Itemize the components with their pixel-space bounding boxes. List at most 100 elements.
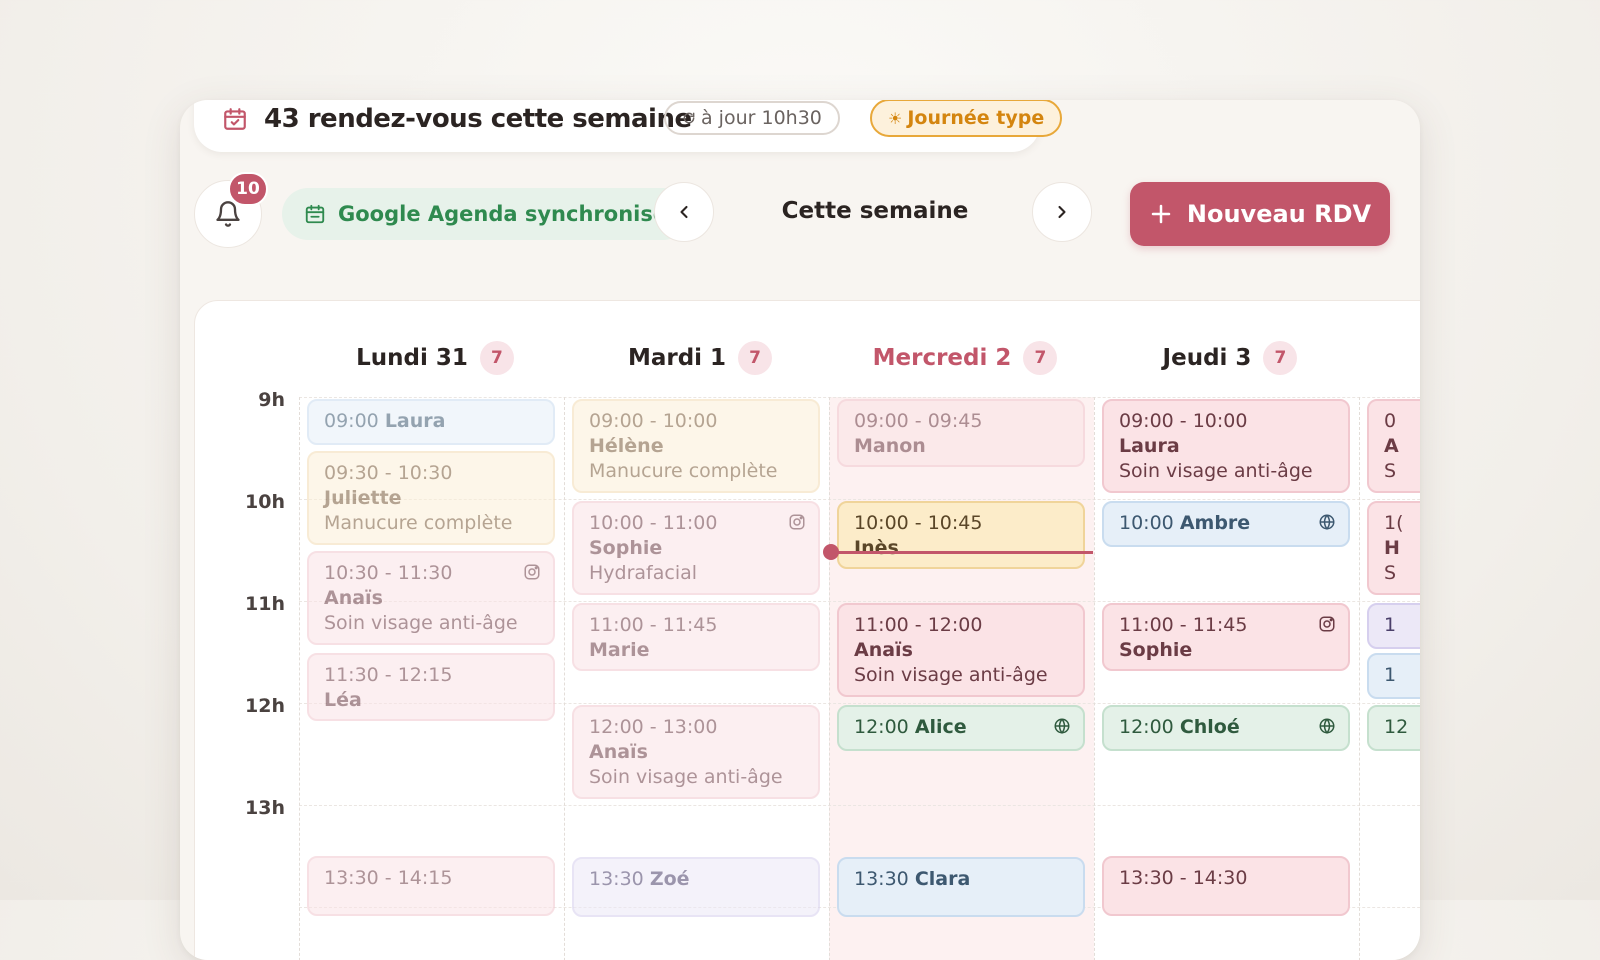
appointment-service: S bbox=[1384, 460, 1397, 482]
calendar-app: 43 rendez-vous cette semaine à jour 10h3… bbox=[180, 100, 1420, 960]
appointment-card[interactable]: 11:00 - 12:00 Anaïs Soin visage anti-âge bbox=[837, 603, 1085, 697]
column-divider bbox=[1359, 397, 1360, 960]
appointment-card[interactable]: 10:00 - 10:45 Inès bbox=[837, 501, 1085, 569]
appointment-card[interactable]: 13:30 - 14:15 bbox=[307, 856, 555, 916]
appointment-time: 13:30 bbox=[854, 868, 909, 890]
column-divider bbox=[829, 397, 830, 960]
appointment-client: Anaïs bbox=[324, 587, 383, 609]
sun-icon: ☀ bbox=[888, 108, 903, 128]
day-label: Jeudi 3 bbox=[1162, 345, 1252, 371]
appointment-card[interactable]: 1 bbox=[1367, 603, 1420, 649]
appointment-time: 11:00 - 11:45 bbox=[1119, 614, 1248, 636]
appointment-client: Inès bbox=[854, 537, 899, 559]
appointment-time: 12:00 bbox=[1119, 716, 1174, 738]
appointment-card[interactable]: 09:00 Laura bbox=[307, 399, 555, 445]
appointment-time: 12 bbox=[1384, 716, 1409, 738]
appointment-service: Soin visage anti-âge bbox=[589, 766, 783, 788]
appointment-card[interactable]: 11:30 - 12:15 Léa bbox=[307, 653, 555, 721]
appointment-service: Soin visage anti-âge bbox=[1119, 460, 1313, 482]
appointment-time: 13:30 bbox=[589, 868, 644, 890]
current-time-dot bbox=[823, 544, 839, 560]
day-type-label: Journée type bbox=[907, 107, 1045, 129]
appointment-card[interactable]: 10:00 - 11:00 Sophie Hydrafacial bbox=[572, 501, 820, 595]
appointment-card[interactable]: 12:00 - 13:00 Anaïs Soin visage anti-âge bbox=[572, 705, 820, 799]
day-count-badge: 7 bbox=[738, 341, 773, 375]
notifications-badge: 10 bbox=[228, 172, 268, 206]
column-divider bbox=[299, 397, 300, 960]
appointment-card[interactable]: 09:00 - 09:45 Manon bbox=[837, 399, 1085, 467]
day-count-badge: 7 bbox=[479, 341, 514, 375]
sync-label: Google Agenda synchronisé bbox=[338, 202, 668, 226]
appointment-client: Léa bbox=[324, 689, 362, 711]
appointment-card[interactable]: 09:30 - 10:30 Juliette Manucure complète bbox=[307, 451, 555, 545]
appointment-service: Soin visage anti-âge bbox=[324, 612, 518, 634]
appointment-service: S bbox=[1384, 562, 1397, 584]
day-header-monday[interactable]: Lundi 31 7 bbox=[305, 341, 565, 375]
appointment-card[interactable]: 13:30 Clara bbox=[837, 857, 1085, 917]
week-calendar-grid: 9h 10h 11h 12h 13h Lundi 31 7 Mardi 1 7 … bbox=[194, 300, 1420, 960]
appointment-card[interactable]: 09:00 - 10:00 Hélène Manucure complète bbox=[572, 399, 820, 493]
week-appointments-title: 43 rendez-vous cette semaine bbox=[264, 104, 692, 134]
appointment-card[interactable]: 10:00 Ambre bbox=[1102, 501, 1350, 547]
appointment-card[interactable]: 11:00 - 11:45 Sophie bbox=[1102, 603, 1350, 671]
appointment-card[interactable]: 12 bbox=[1367, 705, 1420, 751]
google-calendar-sync-status[interactable]: Google Agenda synchronisé bbox=[282, 188, 690, 240]
appointment-service: Manucure complète bbox=[324, 512, 513, 534]
day-type-pill[interactable]: ☀ Journée type bbox=[870, 100, 1063, 137]
appointment-time: 10:00 - 11:00 bbox=[589, 512, 718, 534]
appointment-service: Soin visage anti-âge bbox=[854, 664, 1048, 686]
instagram-icon bbox=[524, 564, 540, 580]
appointment-time: 09:30 - 10:30 bbox=[324, 462, 453, 484]
hour-line bbox=[299, 397, 1420, 398]
day-label: Mardi 1 bbox=[627, 345, 727, 371]
column-divider bbox=[564, 397, 565, 960]
hour-label: 10h bbox=[245, 491, 285, 513]
appointment-card[interactable]: 09:00 - 10:00 Laura Soin visage anti-âge bbox=[1102, 399, 1350, 493]
appointment-time: 1 bbox=[1384, 614, 1397, 636]
day-count-badge: 7 bbox=[1023, 341, 1058, 375]
appointment-service: Hydrafacial bbox=[589, 562, 698, 584]
last-update-pill: à jour 10h30 bbox=[664, 101, 840, 135]
day-header-tuesday[interactable]: Mardi 1 7 bbox=[570, 341, 830, 375]
hour-label: 11h bbox=[245, 593, 285, 615]
plus-icon bbox=[1151, 204, 1171, 224]
appointment-time: 11:30 - 12:15 bbox=[324, 664, 453, 686]
current-time-line bbox=[831, 551, 1093, 554]
appointment-time: 09:00 - 10:00 bbox=[1119, 410, 1248, 432]
instagram-icon bbox=[789, 514, 805, 530]
hour-line bbox=[299, 805, 1420, 806]
appointment-client: Sophie bbox=[589, 537, 663, 559]
appointment-time: 1 bbox=[1384, 664, 1397, 686]
next-week-button[interactable] bbox=[1032, 182, 1092, 242]
new-appointment-button[interactable]: Nouveau RDV bbox=[1130, 182, 1390, 246]
appointment-service: Manucure complète bbox=[589, 460, 778, 482]
appointment-card[interactable]: 13:30 - 14:30 bbox=[1102, 856, 1350, 916]
appointment-time: 09:00 bbox=[324, 410, 379, 432]
appointment-time: 11:00 - 11:45 bbox=[589, 614, 718, 636]
hour-label: 13h bbox=[245, 797, 285, 819]
day-header-thursday[interactable]: Jeudi 3 7 bbox=[1100, 341, 1360, 375]
appointment-time: 11:00 - 12:00 bbox=[854, 614, 983, 636]
appointment-time: 10:00 bbox=[1119, 512, 1174, 534]
day-count-badge: 7 bbox=[1263, 341, 1298, 375]
hour-label: 9h bbox=[258, 389, 285, 411]
appointment-card[interactable]: 1 bbox=[1367, 653, 1420, 699]
appointment-card[interactable]: 12:00 Alice bbox=[837, 705, 1085, 751]
appointment-client: Chloé bbox=[1179, 716, 1240, 738]
appointment-time: 10:00 - 10:45 bbox=[854, 512, 983, 534]
appointment-client: Laura bbox=[1119, 435, 1180, 457]
appointment-card[interactable]: 11:00 - 11:45 Marie bbox=[572, 603, 820, 671]
globe-icon bbox=[1054, 718, 1070, 734]
appointment-card[interactable]: 13:30 Zoé bbox=[572, 857, 820, 917]
appointment-time: 13:30 - 14:30 bbox=[1119, 867, 1248, 889]
appointment-client: Anaïs bbox=[854, 639, 913, 661]
appointment-card[interactable]: 12:00 Chloé bbox=[1102, 705, 1350, 751]
appointment-card[interactable]: 10:30 - 11:30 Anaïs Soin visage anti-âge bbox=[307, 551, 555, 645]
appointment-client: Anaïs bbox=[589, 741, 648, 763]
refresh-icon bbox=[683, 112, 695, 124]
day-header-wednesday[interactable]: Mercredi 2 7 bbox=[835, 341, 1095, 375]
previous-week-button[interactable] bbox=[654, 182, 714, 242]
appointment-card[interactable]: 0 A S bbox=[1367, 399, 1420, 493]
appointment-card[interactable]: 1( H S bbox=[1367, 501, 1420, 595]
appointment-time: 10:30 - 11:30 bbox=[324, 562, 453, 584]
